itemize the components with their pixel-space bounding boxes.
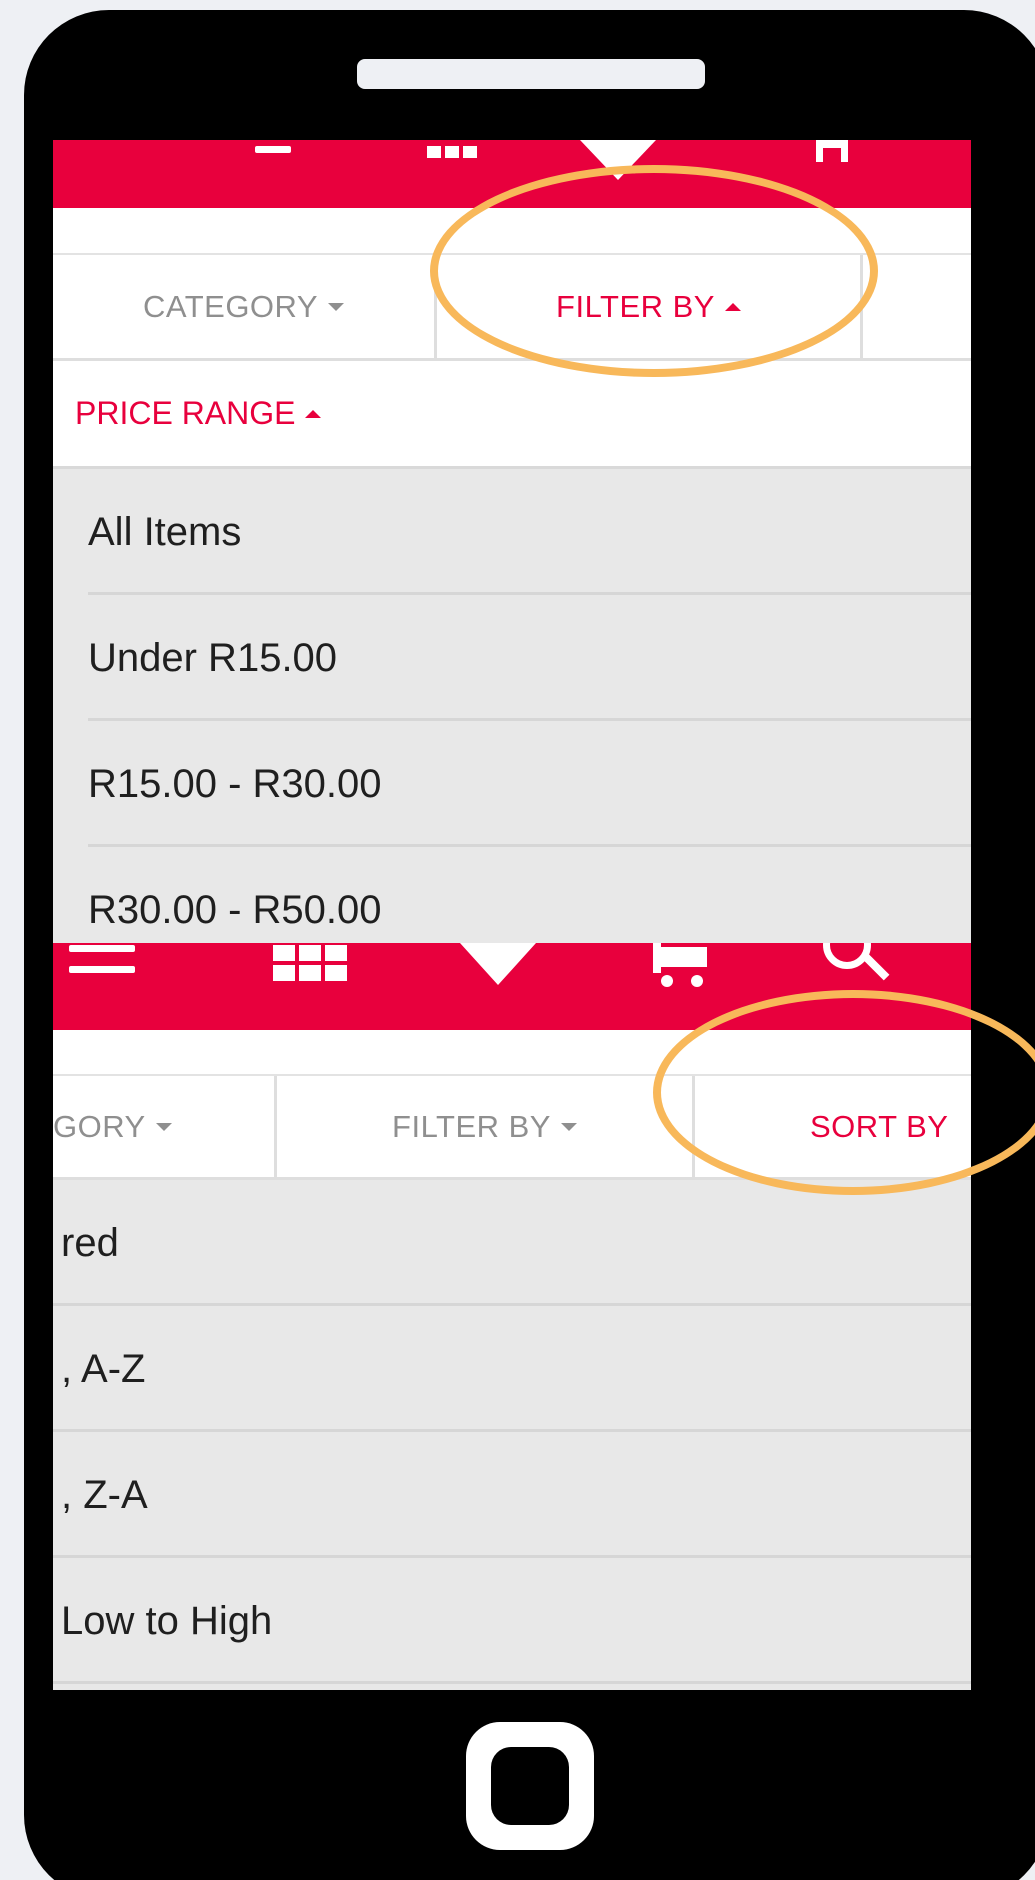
tab-category[interactable]: GORY <box>53 1076 277 1177</box>
grid-icon[interactable] <box>273 945 347 981</box>
tab-filter-by[interactable]: FILTER BY <box>277 1076 695 1177</box>
tab-label: GORY <box>53 1108 146 1144</box>
cart-icon[interactable] <box>653 943 711 991</box>
chevron-down-icon <box>328 302 345 311</box>
home-button-inner <box>491 1747 569 1825</box>
chevron-down-icon <box>560 1122 577 1131</box>
chevron-down-icon <box>155 1122 172 1131</box>
list-item[interactable]: red <box>53 1180 971 1306</box>
list-item[interactable]: Under R15.00 <box>53 595 971 721</box>
filter-by-highlight-ring <box>430 165 878 377</box>
option-label: Low to High <box>61 1598 273 1643</box>
option-label: R15.00 - R30.00 <box>88 761 382 806</box>
heart-icon[interactable] <box>460 943 536 985</box>
grid-icon[interactable] <box>427 146 477 158</box>
list-item[interactable]: All Items <box>53 469 971 595</box>
tab-label: FILTER BY <box>392 1108 551 1144</box>
option-label: , Z-A <box>61 1472 148 1517</box>
cart-icon[interactable] <box>816 140 848 168</box>
option-label: R30.00 - R50.00 <box>88 887 382 932</box>
price-range-header[interactable]: PRICE RANGE <box>53 361 971 469</box>
search-icon[interactable] <box>823 943 893 993</box>
tab-label: CATEGORY <box>142 288 319 324</box>
list-item[interactable]: , Z-A <box>53 1432 971 1558</box>
list-item[interactable]: , A-Z <box>53 1306 971 1432</box>
option-label: , A-Z <box>61 1346 146 1391</box>
price-options-list: All Items Under R15.00 R15.00 - R30.00 R… <box>53 469 971 943</box>
list-item[interactable]: R30.00 - R50.00 <box>53 847 971 943</box>
list-item[interactable]: R15.00 - R30.00 <box>53 721 971 847</box>
chevron-up-icon <box>305 409 322 418</box>
menu-icon[interactable] <box>69 945 135 973</box>
sort-options-list: red , A-Z , Z-A Low to High <box>53 1180 971 1690</box>
phone-screen: CATEGORY FILTER BY PRICE RANGE All Items… <box>53 140 971 1690</box>
sort-by-highlight-ring <box>653 990 1035 1195</box>
option-label: Under R15.00 <box>88 635 338 680</box>
option-label: red <box>61 1220 119 1265</box>
tab-category[interactable]: CATEGORY <box>53 255 437 358</box>
phone-speaker <box>357 59 705 89</box>
price-range-label: PRICE RANGE <box>75 395 296 431</box>
menu-icon[interactable] <box>255 146 291 153</box>
option-label: All Items <box>88 509 242 554</box>
list-item[interactable]: Low to High <box>53 1558 971 1684</box>
